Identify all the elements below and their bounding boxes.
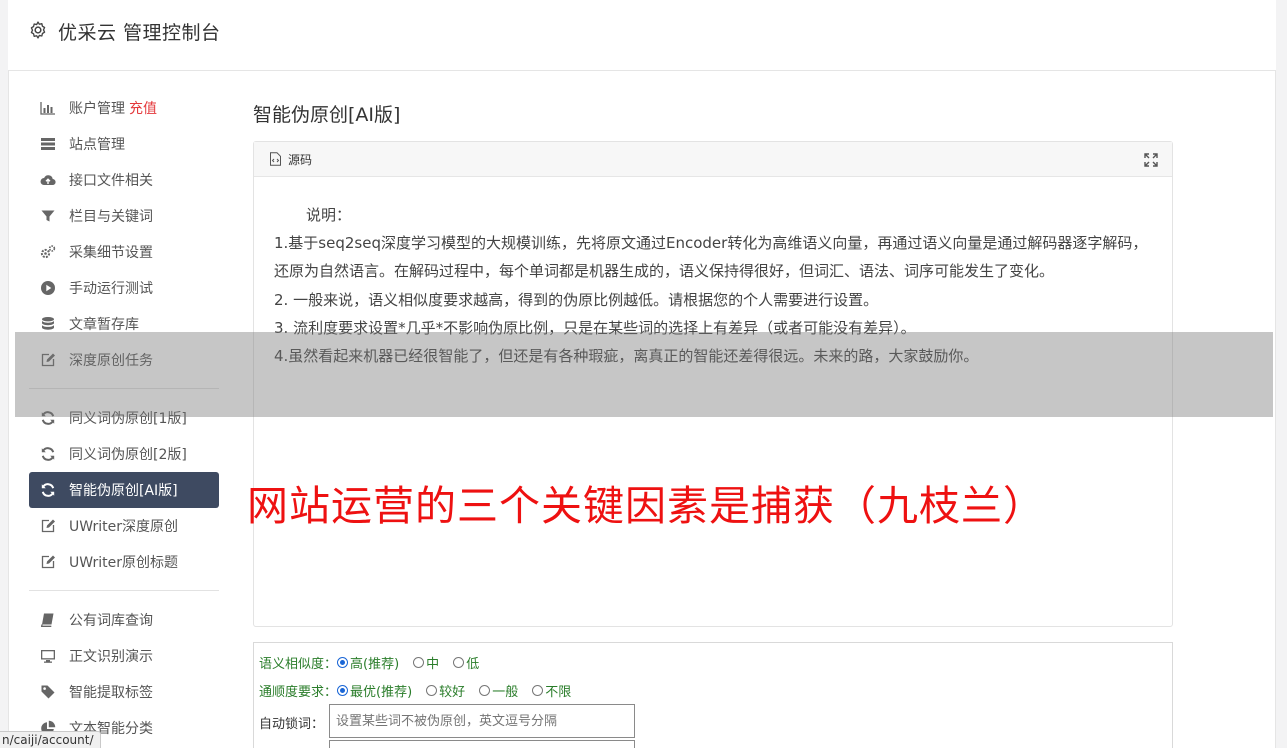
- sidebar-item[interactable]: 深度原创任务: [29, 342, 219, 378]
- sidebar-item-label: 同义词伪原创[1版]: [69, 411, 187, 427]
- sidebar-item[interactable]: 智能伪原创[AI版]: [29, 472, 219, 508]
- refresh-icon: [40, 410, 56, 426]
- sidebar-item[interactable]: 公有词库查询: [29, 602, 219, 638]
- fluency-option[interactable]: 较好: [426, 681, 465, 700]
- sidebar-item[interactable]: 账户管理 充值: [29, 90, 219, 126]
- book-icon: [40, 612, 56, 628]
- lock-words-label: 自动锁词：: [259, 717, 325, 732]
- radio-button[interactable]: [426, 685, 438, 696]
- section-title: 智能伪原创[AI版]: [253, 104, 401, 126]
- radio-button[interactable]: [532, 685, 544, 696]
- sidebar-item[interactable]: 接口文件相关: [29, 162, 219, 198]
- sidebar-item-label: UWriter深度原创: [69, 519, 178, 535]
- filter-icon: [40, 208, 56, 224]
- fluency-option[interactable]: 一般: [479, 681, 518, 700]
- sidebar-item-label: 智能伪原创[AI版]: [69, 483, 178, 499]
- bar-chart-icon: [40, 100, 56, 116]
- sidebar-item[interactable]: 站点管理: [29, 126, 219, 162]
- sidebar-item-label: 正文识别演示: [69, 649, 153, 665]
- radio-button[interactable]: [337, 685, 349, 696]
- tag-icon: [40, 684, 56, 700]
- sidebar-item[interactable]: 文章暂存库: [29, 306, 219, 342]
- sidebar-item-label: 同义词伪原创[2版]: [69, 447, 187, 463]
- sidebar-item-label: 账户管理: [69, 101, 125, 117]
- radio-label: 不限: [545, 685, 572, 700]
- radio-label: 中: [426, 657, 440, 672]
- server-icon: [40, 136, 56, 152]
- refresh-icon: [40, 482, 56, 498]
- play-circle-icon: [40, 280, 56, 296]
- radio-button[interactable]: [453, 657, 465, 668]
- sidebar-item[interactable]: 同义词伪原创[2版]: [29, 436, 219, 472]
- sidebar-item-label: 站点管理: [69, 137, 125, 153]
- instruction-line: 4.虽然看起来机器已经很智能了，但还是有各种瑕疵，离真正的智能还差得很远。未来的…: [274, 347, 979, 366]
- fluency-label: 通顺度要求：: [259, 685, 338, 700]
- secondary-input[interactable]: [329, 740, 635, 748]
- sidebar-item[interactable]: UWriter原创标题: [29, 544, 219, 580]
- edit-icon: [40, 518, 56, 534]
- status-bar-url: n/caiji/account/: [0, 731, 101, 748]
- similarity-option[interactable]: 中: [413, 653, 439, 672]
- monitor-icon: [40, 648, 56, 664]
- sidebar-item-label: 深度原创任务: [69, 353, 153, 369]
- radio-label: 较好: [439, 685, 466, 700]
- fluency-row: 通顺度要求： 最优(推荐) 较好 一般 不限: [259, 681, 585, 700]
- radio-button[interactable]: [479, 685, 491, 696]
- sidebar: 账户管理 充值站点管理接口文件相关 栏目与关键词 采集细节设置 手动运行测试 文章暂存库深…: [29, 90, 219, 746]
- source-text-area[interactable]: 说明： 1.基于seq2seq深度学习模型的大规模训练，先将原文通过Encode…: [254, 177, 1172, 370]
- gear-icon: [30, 21, 46, 39]
- sidebar-item[interactable]: 栏目与关键词: [29, 198, 219, 234]
- instruction-line: 1.基于seq2seq深度学习模型的大规模训练，先将原文通过Encoder转化为…: [274, 234, 1148, 281]
- database-icon: [40, 316, 56, 332]
- similarity-option[interactable]: 低: [453, 653, 479, 672]
- fluency-option[interactable]: 最优(推荐): [337, 681, 412, 700]
- radio-label: 一般: [492, 685, 519, 700]
- sidebar-item[interactable]: 手动运行测试: [29, 270, 219, 306]
- sidebar-divider: [29, 388, 219, 389]
- sidebar-item-label: 接口文件相关: [69, 173, 153, 189]
- expand-icon[interactable]: [1144, 153, 1158, 167]
- sidebar-item-label: 栏目与关键词: [69, 209, 153, 225]
- sidebar-item[interactable]: 正文识别演示: [29, 638, 219, 674]
- lock-words-input[interactable]: [329, 704, 635, 738]
- gears-icon: [40, 244, 56, 260]
- overlay-headline: 网站运营的三个关键因素是捕获（九枝兰）: [247, 482, 1045, 530]
- top-bar: 优采云 管理控制台: [8, 0, 1276, 71]
- cloud-upload-icon: [40, 172, 56, 188]
- radio-button[interactable]: [337, 657, 349, 668]
- instruction-line: 3. 流利度要求设置*几乎*不影响伪原比例，只是在某些词的选择上有差异（或者可能…: [274, 318, 916, 337]
- radio-label: 最优(推荐): [350, 685, 413, 700]
- sidebar-item[interactable]: 同义词伪原创[1版]: [29, 400, 219, 436]
- sidebar-item-label: 公有词库查询: [69, 613, 153, 629]
- recharge-link[interactable]: 充值: [129, 98, 157, 118]
- similarity-option[interactable]: 高(推荐): [337, 653, 399, 672]
- similarity-label: 语义相似度：: [259, 657, 338, 672]
- similarity-row: 语义相似度： 高(推荐) 中 低: [259, 653, 493, 672]
- radio-button[interactable]: [413, 657, 425, 668]
- refresh-icon: [40, 446, 56, 462]
- sidebar-item[interactable]: 采集细节设置: [29, 234, 219, 270]
- fluency-option[interactable]: 不限: [532, 681, 571, 700]
- source-panel: 源码 说明： 1.基于seq2seq深度学习模型的大规模训练，先将原文通过Enc…: [253, 141, 1173, 627]
- sidebar-divider: [29, 590, 219, 591]
- source-file-icon: [270, 152, 281, 166]
- sidebar-item-label: UWriter原创标题: [69, 555, 178, 571]
- edit-icon: [40, 554, 56, 570]
- radio-label: 高(推荐): [350, 657, 400, 672]
- sidebar-item-label: 文章暂存库: [69, 317, 139, 333]
- sidebar-item-label: 采集细节设置: [69, 245, 153, 261]
- sidebar-item-label: 智能提取标签: [69, 685, 153, 701]
- radio-label: 低: [466, 657, 480, 672]
- intro-label: 说明：: [306, 206, 352, 224]
- page-title: 优采云 管理控制台: [58, 22, 221, 44]
- sidebar-item[interactable]: UWriter深度原创: [29, 508, 219, 544]
- panel-header[interactable]: 源码: [254, 142, 1172, 177]
- panel-tab-label: 源码: [288, 152, 313, 167]
- edit-icon: [40, 352, 56, 368]
- sidebar-item[interactable]: 智能提取标签: [29, 674, 219, 710]
- instruction-line: 2. 一般来说，语义相似度要求越高，得到的伪原比例越低。请根据您的个人需要进行设…: [274, 290, 879, 309]
- sidebar-item-label: 手动运行测试: [69, 281, 153, 297]
